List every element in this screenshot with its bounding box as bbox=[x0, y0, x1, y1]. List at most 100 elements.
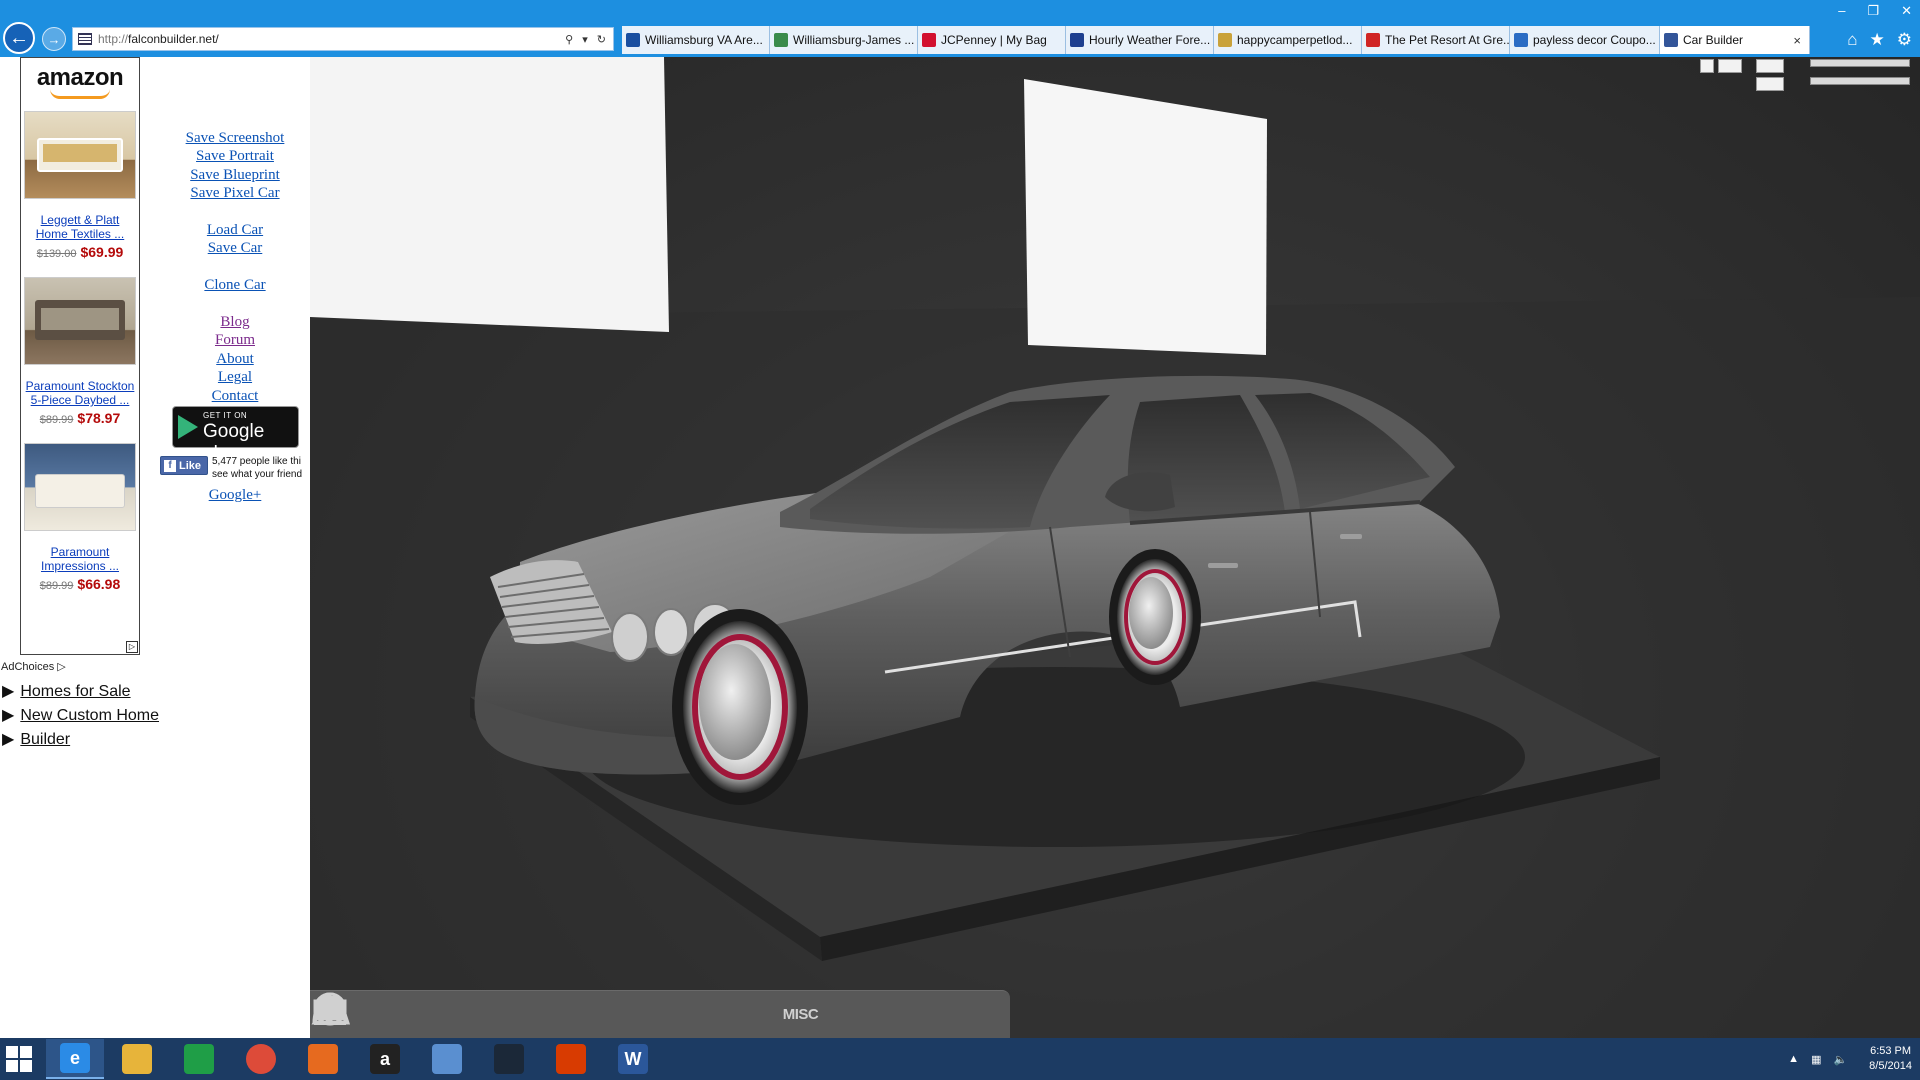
engine-icon[interactable] bbox=[314, 995, 622, 1035]
taskbar-app-button[interactable] bbox=[108, 1039, 166, 1079]
ad-product[interactable]: Paramount Impressions ... $89.99 $66.98 bbox=[24, 443, 136, 592]
save-pixel-car-link[interactable]: Save Pixel Car bbox=[160, 184, 310, 202]
product-title[interactable]: Leggett & Platt Home Textiles ... bbox=[24, 213, 136, 241]
facebook-like-button[interactable]: f Like bbox=[160, 456, 208, 475]
tab-label: Car Builder bbox=[1683, 33, 1744, 47]
zoom-slider[interactable] bbox=[1810, 59, 1910, 67]
wheel-icon[interactable] bbox=[313, 992, 422, 1035]
car-side-view-icon[interactable] bbox=[1756, 59, 1784, 73]
network-icon[interactable]: ▦ bbox=[1811, 1053, 1821, 1066]
store-icon bbox=[184, 1044, 214, 1074]
adchoices-icon[interactable]: ▷ bbox=[126, 641, 138, 653]
browser-tab[interactable]: The Pet Resort At Gre... bbox=[1362, 26, 1510, 54]
url-host: falconbuilder.net/ bbox=[128, 32, 219, 46]
toggle-button[interactable] bbox=[1700, 59, 1714, 73]
taskbar-app-button[interactable]: W bbox=[604, 1039, 662, 1079]
paint-icon[interactable] bbox=[314, 995, 472, 1035]
tab-favicon-icon bbox=[1514, 33, 1528, 47]
minimize-button[interactable]: – bbox=[1838, 3, 1845, 19]
tree-link-new-custom-home[interactable]: ▶ New Custom Home bbox=[2, 705, 159, 725]
volume-icon[interactable]: 🔈 bbox=[1833, 1053, 1847, 1066]
product-title[interactable]: Paramount Stockton 5-Piece Daybed ... bbox=[24, 379, 136, 407]
tab-label: happycamperpetlod... bbox=[1237, 33, 1353, 47]
start-button[interactable] bbox=[6, 1046, 34, 1072]
tree-link-builder[interactable]: ▶ Builder bbox=[2, 729, 70, 749]
clone-car-link[interactable]: Clone Car bbox=[160, 276, 310, 294]
page-icon bbox=[78, 33, 92, 45]
google-plus-link[interactable]: Google+ bbox=[160, 487, 310, 504]
taskbar-app-button[interactable] bbox=[232, 1039, 290, 1079]
ad-product[interactable]: Leggett & Platt Home Textiles ... $139.0… bbox=[24, 111, 136, 260]
exhaust-icon[interactable] bbox=[312, 995, 772, 1035]
tree-link-homes-for-sale[interactable]: ▶ Homes for Sale bbox=[2, 681, 131, 701]
restore-button[interactable]: ❐ bbox=[1867, 3, 1879, 19]
address-bar[interactable]: http:// falconbuilder.net/ ⚲ ▾ ↻ bbox=[72, 27, 614, 51]
refresh-icon[interactable]: ↻ bbox=[597, 34, 609, 46]
gear-icon[interactable]: ⚙ bbox=[1897, 30, 1912, 50]
steering-wheel-icon[interactable] bbox=[313, 992, 572, 1035]
star-icon[interactable]: ★ bbox=[1870, 30, 1885, 50]
taskbar-app-button[interactable] bbox=[480, 1039, 538, 1079]
taskbar-app-button[interactable]: e bbox=[46, 1039, 104, 1079]
dropdown-icon[interactable]: ▾ bbox=[582, 34, 591, 46]
taskbar-app-button[interactable]: a bbox=[356, 1039, 414, 1079]
triangle-right-icon: ▶ bbox=[2, 707, 15, 724]
close-window-button[interactable]: ✕ bbox=[1901, 3, 1912, 19]
browser-tab[interactable]: Hourly Weather Fore... bbox=[1066, 26, 1214, 54]
adchoices-link[interactable]: AdChoices ▷ bbox=[1, 660, 66, 673]
save-portrait-link[interactable]: Save Portrait bbox=[160, 147, 310, 165]
part-toolbar: MISC bbox=[310, 990, 1010, 1038]
home-icon[interactable]: ⌂ bbox=[1847, 30, 1857, 50]
light-panel-right bbox=[1024, 79, 1267, 355]
misc-button[interactable]: MISC bbox=[779, 995, 822, 1035]
taskbar-app-button[interactable] bbox=[294, 1039, 352, 1079]
suspension-icon[interactable] bbox=[316, 995, 522, 1035]
tab-favicon-icon bbox=[1664, 33, 1678, 47]
browser-toolbar: ⌂ ★ ⚙ bbox=[1847, 30, 1912, 50]
engine-paint-icon[interactable] bbox=[314, 995, 672, 1035]
save-car-link[interactable]: Save Car bbox=[160, 239, 310, 257]
browser-tab[interactable]: Car Builder × bbox=[1660, 26, 1810, 54]
browser-tab[interactable]: payless decor Coupo... bbox=[1510, 26, 1660, 54]
chevron-up-icon[interactable]: ▲ bbox=[1788, 1053, 1799, 1065]
taskbar-app-button[interactable] bbox=[542, 1039, 600, 1079]
search-icon[interactable]: ⚲ bbox=[565, 34, 576, 46]
save-screenshot-link[interactable]: Save Screenshot bbox=[160, 129, 310, 147]
product-image[interactable] bbox=[24, 277, 136, 365]
tab-favicon-icon bbox=[626, 33, 640, 47]
browser-tab[interactable]: happycamperpetlod... bbox=[1214, 26, 1362, 54]
browser-tab[interactable]: Williamsburg VA Are... bbox=[622, 26, 770, 54]
clock[interactable]: 6:53 PM 8/5/2014 bbox=[1869, 1044, 1912, 1074]
product-title[interactable]: Paramount Impressions ... bbox=[24, 545, 136, 573]
google-play-badge[interactable]: GET IT ON Google play bbox=[172, 406, 299, 464]
view-mode-icon[interactable] bbox=[1718, 59, 1742, 73]
load-car-link[interactable]: Load Car bbox=[160, 221, 310, 239]
car-3d-viewport[interactable]: MISC bbox=[310, 57, 1920, 1038]
save-blueprint-link[interactable]: Save Blueprint bbox=[160, 166, 310, 184]
legal-link[interactable]: Legal bbox=[160, 368, 310, 386]
back-button[interactable]: ← bbox=[3, 22, 35, 54]
camera-icon[interactable] bbox=[313, 995, 872, 1035]
about-link[interactable]: About bbox=[160, 350, 310, 368]
blog-link[interactable]: Blog bbox=[160, 313, 310, 331]
browser-tab[interactable]: Williamsburg-James ... bbox=[770, 26, 918, 54]
contact-link[interactable]: Contact bbox=[160, 387, 310, 405]
taskbar-app-button[interactable] bbox=[418, 1039, 476, 1079]
scenery-icon[interactable] bbox=[311, 993, 922, 1035]
tab-label: Williamsburg VA Are... bbox=[645, 33, 763, 47]
ad-product[interactable]: Paramount Stockton 5-Piece Daybed ... $8… bbox=[24, 277, 136, 426]
browser-tab[interactable]: JCPenney | My Bag bbox=[918, 26, 1066, 54]
taskbar-app-button[interactable] bbox=[170, 1039, 228, 1079]
site-nav: Save Screenshot Save Portrait Save Bluep… bbox=[160, 129, 310, 405]
engine-tune-icon[interactable] bbox=[314, 995, 722, 1035]
close-tab-icon[interactable]: × bbox=[1793, 33, 1801, 48]
forum-link[interactable]: Forum bbox=[160, 331, 310, 349]
amazon-ad[interactable]: amazon Leggett & Platt Home Textiles ...… bbox=[20, 57, 140, 655]
rotation-slider[interactable] bbox=[1810, 77, 1910, 85]
forward-button[interactable]: → bbox=[42, 27, 66, 51]
product-image[interactable] bbox=[24, 111, 136, 199]
remote-desktop-icon bbox=[432, 1044, 462, 1074]
product-image[interactable] bbox=[24, 443, 136, 531]
car-front-view-icon[interactable] bbox=[1756, 77, 1784, 91]
address-tools[interactable]: ⚲ ▾ ↻ bbox=[565, 33, 609, 46]
